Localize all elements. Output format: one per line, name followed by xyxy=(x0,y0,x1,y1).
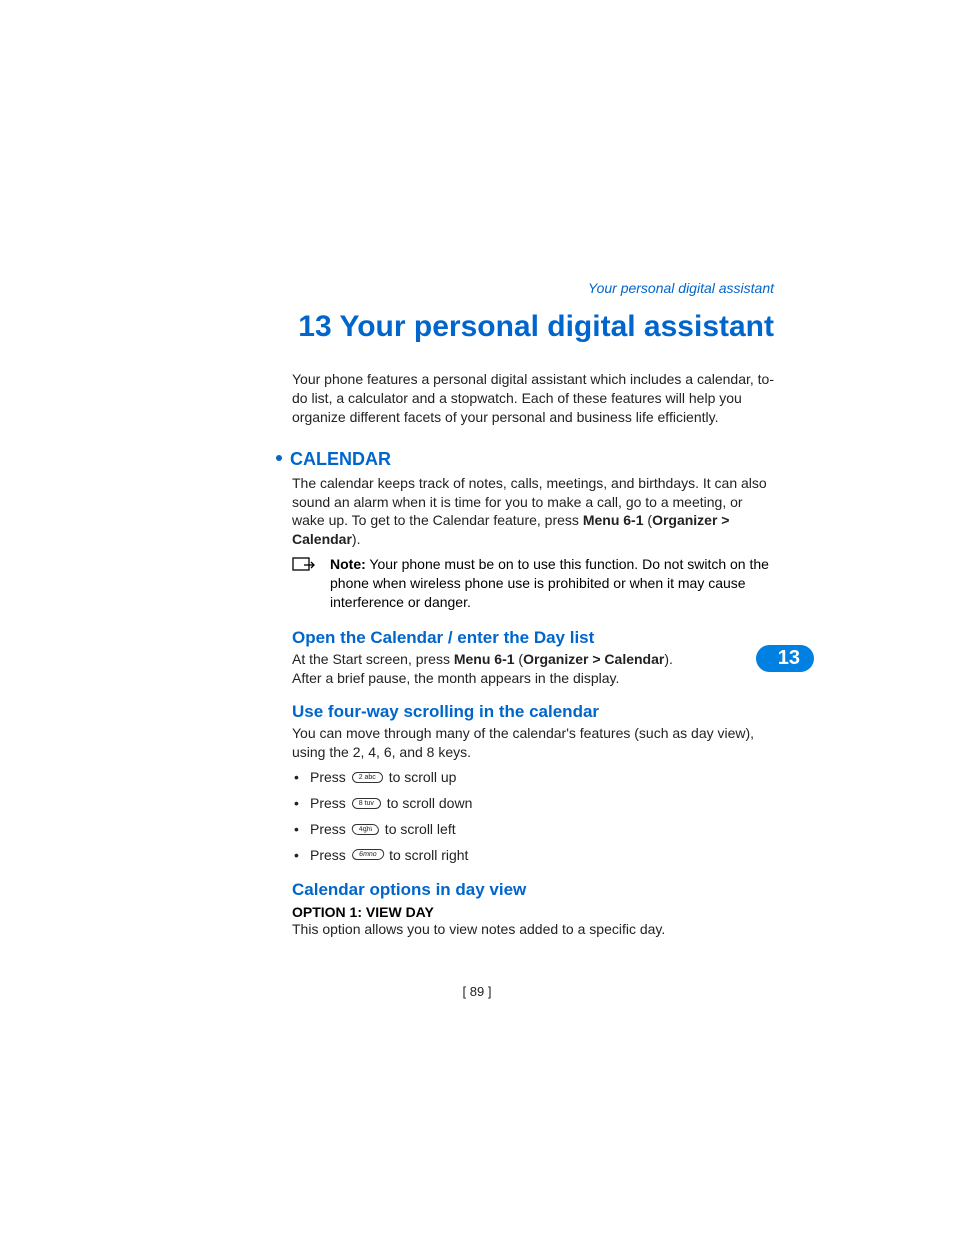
page-number: [ 89 ] xyxy=(0,984,954,999)
bullet-icon xyxy=(276,455,282,461)
calendar-paragraph: The calendar keeps track of notes, calls… xyxy=(292,474,774,550)
note-icon xyxy=(292,557,316,580)
key-icon-6: 6mno xyxy=(351,849,384,860)
key-icon-2: 2 abc xyxy=(352,772,383,783)
chapter-title: 13 Your personal digital assistant xyxy=(292,310,774,344)
list-item: Press 4ghi to scroll left xyxy=(310,819,774,841)
list-item: Press 6mno to scroll right xyxy=(310,845,774,867)
option-body: This option allows you to view notes add… xyxy=(292,920,774,939)
scroll-list: Press 2 abc to scroll up Press 8 tuv to … xyxy=(292,767,774,866)
scrolling-intro: You can move through many of the calenda… xyxy=(292,724,774,762)
key-icon-8: 8 tuv xyxy=(352,798,381,809)
running-header: Your personal digital assistant xyxy=(292,280,774,296)
intro-paragraph: Your phone features a personal digital a… xyxy=(292,370,774,427)
chapter-tab: 13 xyxy=(756,645,814,672)
list-item: Press 2 abc to scroll up xyxy=(310,767,774,789)
chapter-number: 13 xyxy=(298,310,331,343)
note-text: Note: Your phone must be on to use this … xyxy=(330,555,774,612)
key-icon-4: 4ghi xyxy=(351,824,380,835)
option-heading: OPTION 1: VIEW DAY xyxy=(292,904,774,920)
subheading-day-view: Calendar options in day view xyxy=(292,880,774,900)
section-heading-calendar: CALENDAR xyxy=(292,449,774,470)
subheading-scrolling: Use four-way scrolling in the calendar xyxy=(292,702,774,722)
note-block: Note: Your phone must be on to use this … xyxy=(292,555,774,612)
chapter-title-text: Your personal digital assistant xyxy=(339,310,774,343)
open-calendar-paragraph: At the Start screen, press Menu 6-1 (Org… xyxy=(292,650,690,688)
list-item: Press 8 tuv to scroll down xyxy=(310,793,774,815)
subheading-open-calendar: Open the Calendar / enter the Day list xyxy=(292,628,774,648)
